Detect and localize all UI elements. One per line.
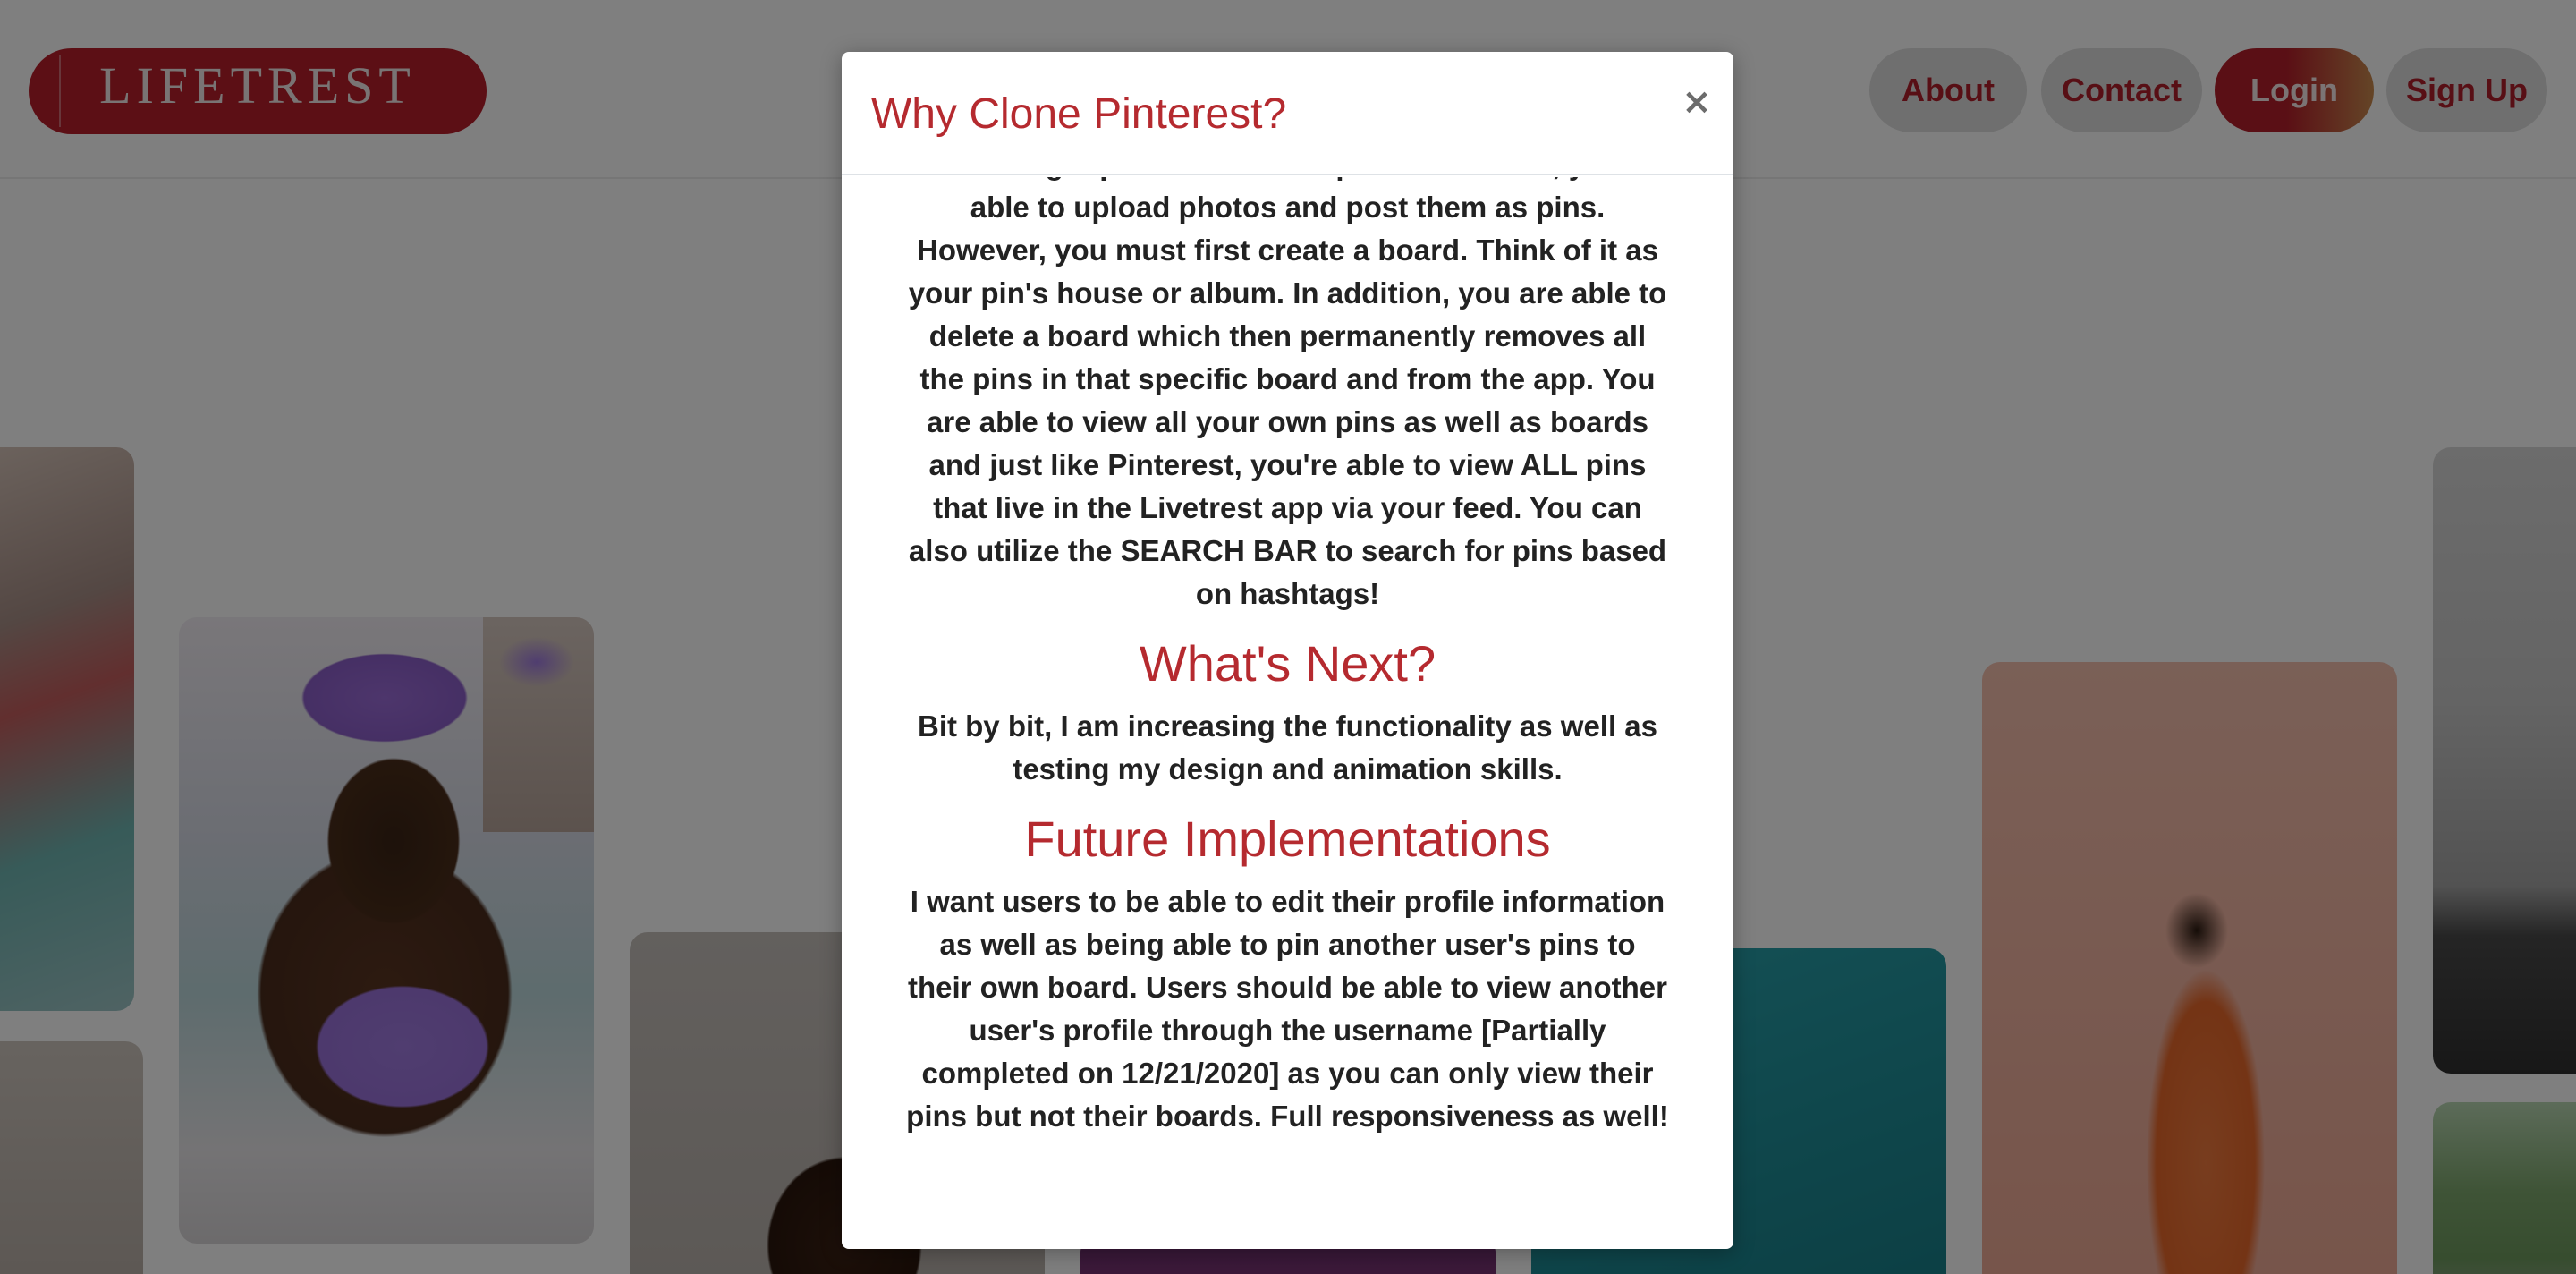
- about-modal: Why Clone Pinterest? × via the signup mo…: [842, 52, 1733, 1249]
- modal-title: Why Clone Pinterest?: [871, 90, 1287, 138]
- modal-body[interactable]: via the signup modal. Once a part of Lif…: [842, 177, 1733, 1249]
- modal-header: Why Clone Pinterest? ×: [842, 52, 1733, 175]
- modal-body-content: via the signup modal. Once a part of Lif…: [904, 177, 1671, 1138]
- intro-paragraph: via the signup modal. Once a part of Lif…: [908, 177, 1667, 610]
- future-implementations-text: I want users to be able to edit their pr…: [906, 885, 1669, 1133]
- whats-next-heading: What's Next?: [1139, 635, 1436, 692]
- whats-next-text: Bit by bit, I am increasing the function…: [917, 709, 1658, 786]
- future-implementations-heading: Future Implementations: [1024, 811, 1551, 867]
- close-icon[interactable]: ×: [1672, 77, 1722, 127]
